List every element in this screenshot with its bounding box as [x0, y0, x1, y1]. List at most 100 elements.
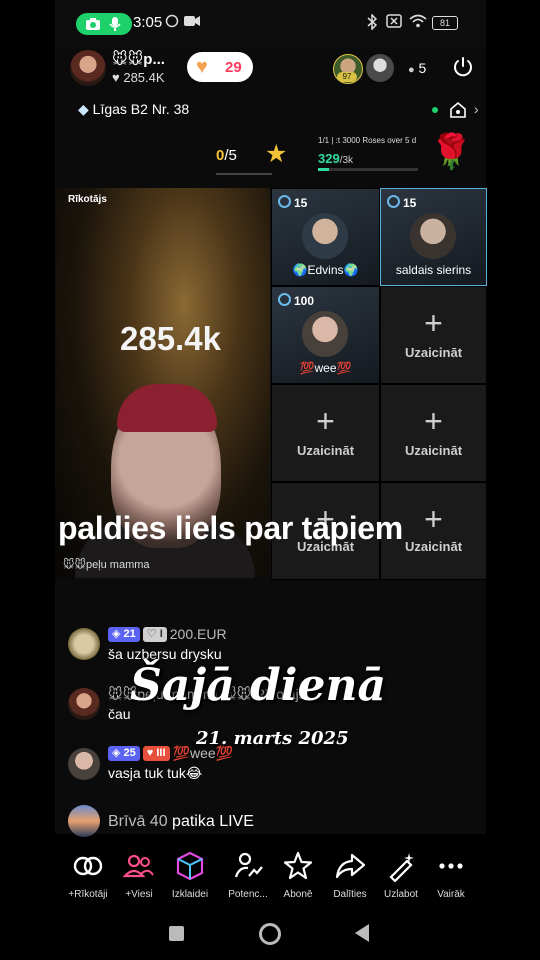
back-icon[interactable] [354, 923, 370, 943]
clock: 3:05 [133, 14, 163, 31]
guest-coins: 15 [278, 195, 307, 210]
guest-name: 💯wee💯 [299, 361, 352, 375]
host-tag: 🐭🐭peļu mamma [63, 559, 150, 571]
users-icon [122, 854, 154, 878]
fan-badge: ♥ III [142, 746, 170, 762]
person-icon: ● [408, 64, 415, 76]
guest-slot[interactable]: 100 💯wee💯 [271, 286, 380, 384]
toolbar-label: Vairāk [437, 889, 465, 900]
guest-slot[interactable]: 15 🌍Edvins🌍 [271, 188, 380, 286]
overlay-title: Šajā dienā [130, 660, 387, 711]
guest-coins: 15 [387, 195, 416, 210]
magic-wand-icon [389, 853, 414, 883]
host-hair [117, 384, 217, 432]
guest-name: saldais sierins [395, 263, 472, 277]
host-avatar[interactable] [70, 50, 106, 86]
coin-icon [387, 195, 400, 208]
microphone-icon [109, 17, 121, 31]
home-icon[interactable] [449, 101, 467, 119]
battery-icon: 81 [432, 16, 458, 30]
toolbar-label: Uzlabot [384, 889, 418, 900]
guest-coins-value: 100 [294, 294, 315, 308]
follow-count: 29 [225, 59, 242, 76]
plus-icon: + [424, 403, 443, 439]
toolbar-label: Izklaidei [171, 889, 209, 900]
camera-icon [86, 18, 100, 30]
goal-current: 329 [318, 151, 340, 166]
toolbar-cohost-button[interactable]: +Rīkotāji [61, 850, 115, 900]
toolbar-label: +Viesi [125, 889, 153, 900]
toolbar-label: +Rīkotāji [68, 889, 108, 900]
host-like-count: 285.4k [120, 320, 221, 357]
home-button-icon[interactable] [259, 923, 281, 945]
coin-icon [278, 293, 291, 306]
guest-coins-value: 15 [294, 196, 308, 210]
viewer-count-value: 5 [418, 60, 427, 76]
chat-avatar[interactable] [68, 805, 100, 837]
link-icon [73, 856, 103, 876]
host-role-label: Rīkotājs [68, 194, 107, 205]
invite-label: Uzaicināt [404, 443, 463, 458]
star-icon [283, 851, 313, 880]
invite-slot[interactable]: + Uzaicināt [271, 384, 380, 482]
chat-message: patika LIVE [172, 813, 254, 830]
video-caption: paldies liels par tapiem [58, 510, 403, 546]
toolbar-potential-button[interactable]: Potenc... [221, 850, 275, 900]
bluetooth-icon [366, 13, 378, 33]
toolbar-label: Potenc... [228, 889, 268, 900]
guest-coins-value: 15 [403, 196, 417, 210]
toolbar-label: Abonē [283, 889, 313, 900]
host-name[interactable]: 🐭🐭p... [112, 50, 165, 68]
star-icon[interactable]: ★ [265, 139, 287, 169]
recording-indicator [76, 13, 132, 35]
power-icon[interactable] [452, 56, 474, 78]
follow-button[interactable]: ♥ 29 [187, 52, 253, 82]
guest-avatar [302, 311, 348, 357]
chevron-right-icon[interactable]: › [474, 101, 479, 117]
chat-header: ◈ 21 ♡ I 200.EUR [108, 626, 227, 644]
guest-slot[interactable]: 15 saldais sierins [380, 188, 487, 286]
plus-icon: + [316, 403, 335, 439]
toolbar-enhance-button[interactable]: Uzlabot [374, 850, 428, 900]
match-score[interactable]: 0/5 [216, 147, 237, 164]
host-likes: ♥ 285.4K [112, 70, 165, 85]
join-message: Brīvā 40 patika LIVE [108, 813, 254, 831]
goal-progress-text: 329/3k [318, 151, 353, 166]
no-sim-icon [386, 14, 402, 31]
goal-progress-bar [318, 168, 418, 171]
viewer-count[interactable]: ● 5 [408, 60, 426, 76]
toolbar-guests-button[interactable]: +Viesi [112, 850, 166, 900]
viewer-level-badge: 97 [337, 72, 357, 82]
toolbar-more-button[interactable]: Vairāk [424, 850, 478, 900]
invite-label: Uzaicināt [404, 345, 463, 360]
toolbar-entertainment-button[interactable]: Izklaidei [163, 850, 217, 900]
chat-avatar[interactable] [68, 748, 100, 780]
heart-icon: ♥ [196, 56, 208, 78]
more-icon [439, 863, 463, 869]
recents-icon[interactable] [169, 926, 184, 941]
chat-message: vasja tuk tuk😂 [108, 765, 203, 781]
invite-slot[interactable]: + Uzaicināt [380, 384, 487, 482]
chat-username[interactable]: 200.EUR [170, 626, 227, 642]
cube-icon [176, 851, 204, 881]
level-value: 25 [123, 747, 136, 760]
diamond-icon: ◆ [78, 101, 89, 117]
goal-progress-fill [318, 168, 329, 171]
goal-description: 1/1 | :t 3000 Roses over 5 d [318, 136, 417, 145]
rose-gift-icon[interactable]: 🌹 [430, 132, 472, 172]
plus-icon: + [424, 305, 443, 341]
guest-coins: 100 [278, 293, 314, 308]
fan-level: III [156, 747, 166, 760]
toolbar-share-button[interactable]: Dalīties [323, 850, 377, 900]
toolbar-subscribe-button[interactable]: Abonē [271, 850, 325, 900]
top-viewer-avatar[interactable] [366, 54, 394, 82]
whatsapp-icon [165, 14, 179, 31]
league-text: Līgas B2 Nr. 38 [92, 101, 190, 117]
chat-avatar[interactable] [68, 628, 100, 660]
live-dot [432, 107, 438, 113]
league-label[interactable]: ◆ Līgas B2 Nr. 38 [78, 101, 189, 118]
invite-slot[interactable]: + Uzaicināt [380, 286, 487, 384]
goal-target: /3k [339, 155, 354, 166]
chat-avatar[interactable] [68, 688, 100, 720]
chat-username[interactable]: Brīvā 40 [108, 813, 168, 830]
